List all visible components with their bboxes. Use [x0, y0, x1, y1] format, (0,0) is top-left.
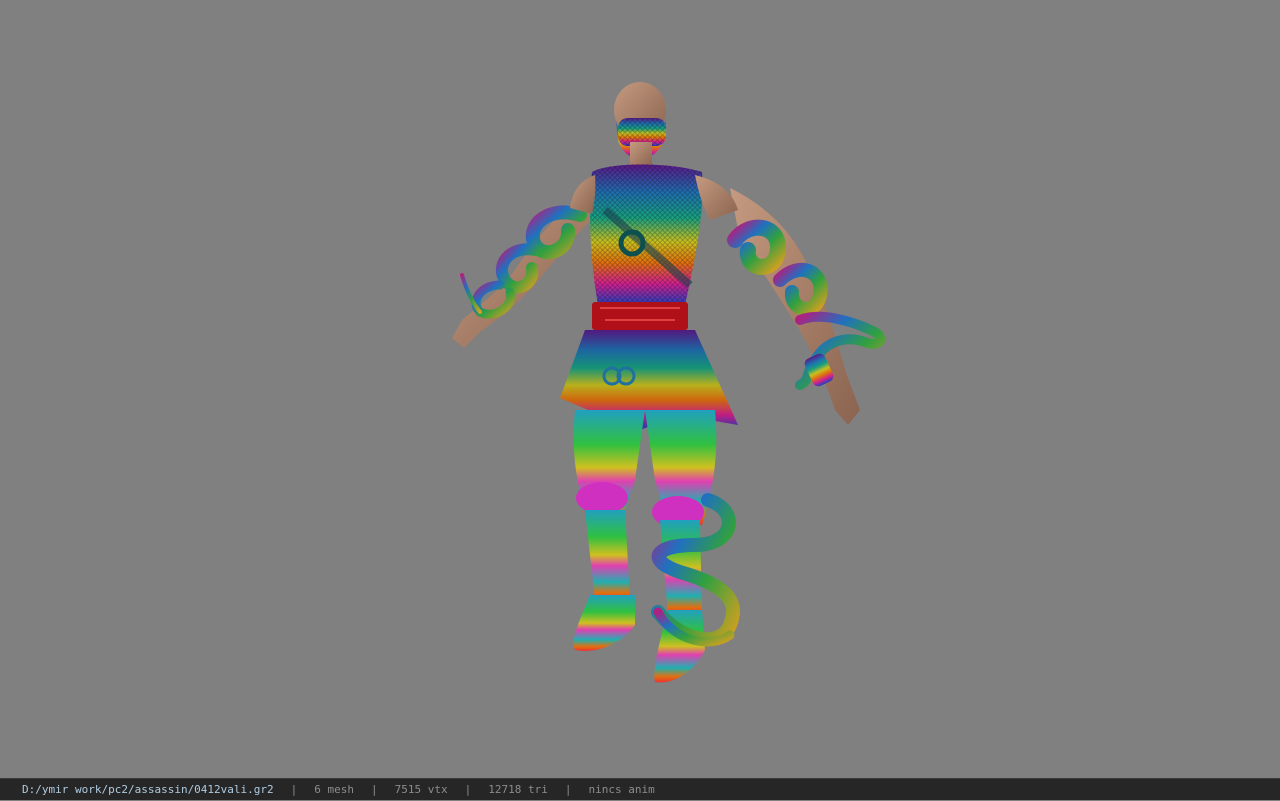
animation-status: nincs anim — [588, 782, 655, 796]
separator: | — [290, 782, 298, 796]
vertex-count: 7515 vtx — [394, 782, 448, 796]
separator: | — [564, 782, 572, 796]
triangle-count: 12718 tri — [488, 782, 548, 796]
status-bar: D:/ymir work/pc2/assassin/0412vali.gr2 |… — [0, 778, 1280, 800]
separator: | — [371, 782, 378, 796]
mesh-count: 6 mesh — [314, 782, 355, 796]
character-model — [452, 82, 886, 683]
file-path: D:/ymir work/pc2/assassin/0412vali.gr2 — [22, 782, 274, 796]
3d-viewport[interactable] — [0, 0, 1280, 778]
separator: | — [464, 782, 472, 796]
